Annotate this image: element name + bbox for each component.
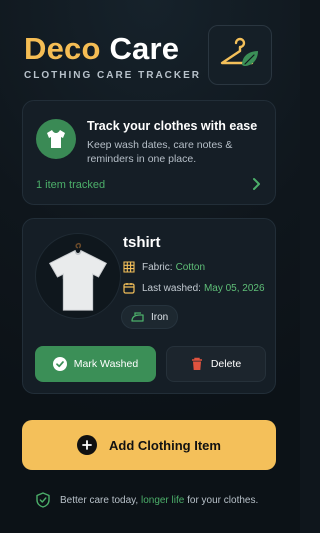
add-clothing-item-label: Add Clothing Item	[109, 437, 221, 453]
app-title-deco: Deco	[24, 31, 101, 66]
tshirt-icon	[36, 119, 76, 159]
app-title: Deco Care	[24, 32, 201, 66]
last-washed-label: Last washed:	[142, 282, 201, 294]
footer-text: Better care today, longer life for your …	[60, 495, 258, 506]
last-washed-value: May 05, 2026	[203, 282, 265, 294]
footer-highlight: longer life	[140, 494, 185, 506]
delete-label: Delete	[210, 358, 242, 370]
footer-tagline: Better care today, longer life for your …	[36, 492, 258, 508]
care-tag-chip[interactable]: Iron	[121, 305, 179, 329]
shield-check-icon	[36, 492, 50, 508]
app-subtitle: CLOTHING CARE TRACKER	[24, 70, 201, 81]
mark-washed-label: Mark Washed	[73, 358, 139, 370]
info-card: Track your clothes with ease Keep wash d…	[22, 100, 276, 205]
add-clothing-item-button[interactable]: Add Clothing Item	[22, 420, 276, 470]
clothing-item-card: tshirt Fabric: Cotton Last washed: May 0…	[22, 218, 276, 394]
fabric-value: Cotton	[175, 261, 206, 273]
footer-text-after: for your clothes.	[184, 494, 259, 506]
fabric-row: Fabric: Cotton	[123, 261, 205, 273]
info-description: Keep wash dates, care notes & reminders …	[87, 139, 233, 165]
item-name: tshirt	[123, 234, 161, 251]
footer-text-before: Better care today,	[60, 494, 141, 506]
chevron-right-icon[interactable]	[251, 177, 261, 196]
tshirt-image	[48, 242, 108, 311]
delete-button[interactable]: Delete	[166, 346, 266, 382]
trash-icon	[191, 357, 203, 371]
brand-header: Deco Care CLOTHING CARE TRACKER	[24, 32, 201, 82]
app-title-care: Care	[109, 31, 180, 66]
calendar-icon	[123, 282, 135, 294]
check-circle-icon	[52, 357, 67, 371]
mark-washed-button[interactable]: Mark Washed	[35, 346, 156, 382]
last-washed-row: Last washed: May 05, 2026	[123, 282, 265, 294]
hanger-leaf-icon	[218, 33, 262, 78]
logo-badge	[208, 25, 272, 85]
items-tracked-link[interactable]: 1 item tracked	[36, 179, 105, 191]
iron-icon	[131, 311, 145, 323]
info-title: Track your clothes with ease	[87, 119, 258, 133]
grid-icon	[123, 261, 135, 273]
item-photo	[35, 233, 121, 319]
care-tag-label: Iron	[151, 311, 169, 323]
app-screen: Deco Care CLOTHING CARE TRACKER Track yo…	[0, 0, 300, 533]
plus-circle-icon	[77, 435, 98, 455]
fabric-label: Fabric:	[142, 261, 173, 273]
